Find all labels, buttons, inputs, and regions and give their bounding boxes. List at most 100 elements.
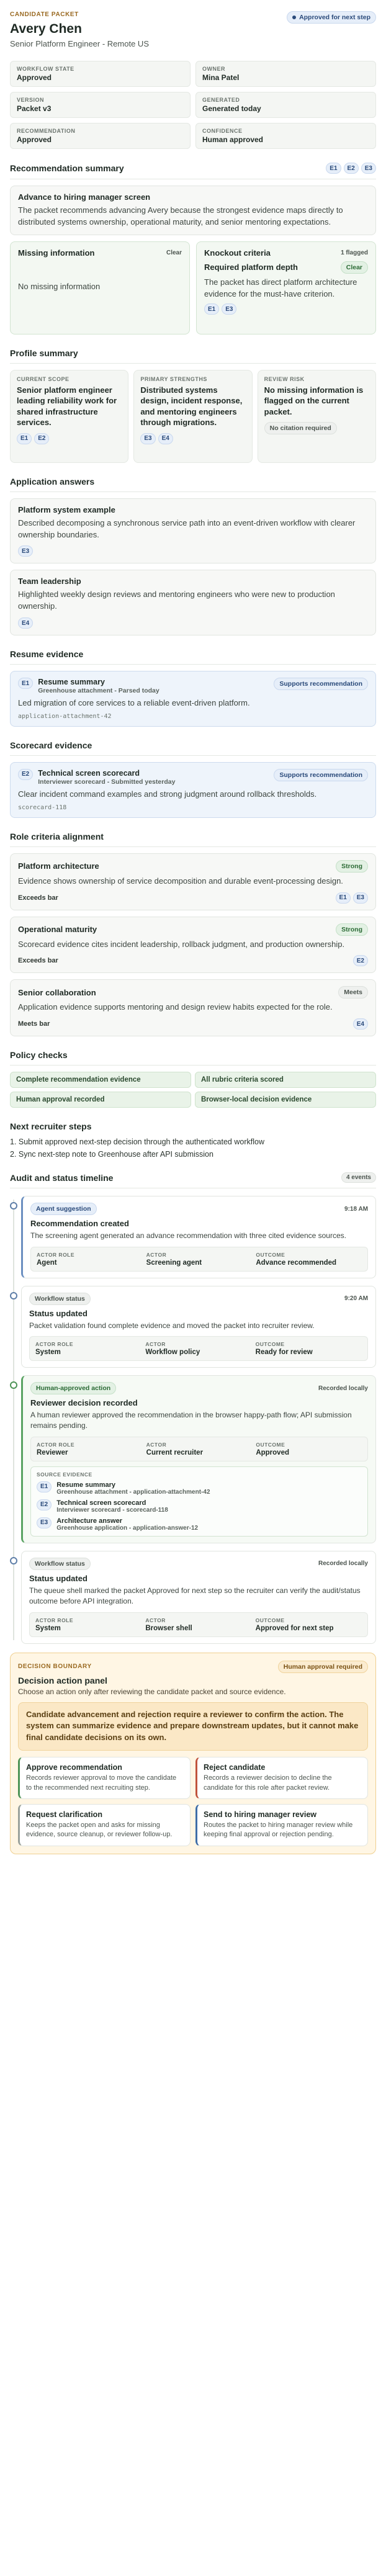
section-title: Recommendation summary (10, 163, 124, 173)
citation-chip[interactable]: E1 (326, 163, 341, 174)
missing-info-badge: Clear (166, 249, 182, 256)
decision-warning: Candidate advancement and rejection requ… (18, 1702, 368, 1751)
meta-workflow-state: Workflow state Approved (10, 61, 191, 87)
no-citation-badge: No citation required (264, 422, 337, 435)
source-evidence-row[interactable]: E3 Architecture answer Greenhouse applica… (37, 1517, 362, 1532)
meta-value: Generated today (202, 104, 261, 113)
event-type-badge: Workflow status (29, 1557, 91, 1570)
packet-header: Candidate packet Avery Chen Senior Platf… (10, 11, 376, 48)
meta-version: Version Packet v3 (10, 92, 191, 118)
missing-info-card: Missing information Clear No missing inf… (10, 241, 190, 334)
field-label: Actor (145, 1617, 166, 1623)
timeline-section: Audit and status timeline 4 events Agent… (10, 1172, 376, 1644)
citation-chip[interactable]: E2 (18, 768, 34, 780)
policy-grid: Complete recommendation evidence All rub… (10, 1072, 376, 1108)
citation-chip[interactable]: E2 (343, 163, 359, 174)
timeline-node-icon (10, 1202, 17, 1210)
citation-chip[interactable]: E2 (34, 433, 50, 444)
event-fields: Actor role System Actor Browser shell Outc… (29, 1612, 368, 1637)
criterion-title: Platform architecture (18, 861, 99, 871)
policy-check: Human approval recorded (10, 1092, 191, 1108)
citation-chip[interactable]: E3 (361, 163, 376, 174)
event-title: Status updated (29, 1308, 88, 1318)
citation-chip[interactable]: E3 (222, 303, 237, 315)
citation-chip[interactable]: E1 (37, 1481, 52, 1492)
profile-card-risk: Review risk No missing information is fl… (257, 369, 376, 463)
event-field: Actor Workflow policy (145, 1341, 251, 1356)
evidence-title: Resume summary (38, 678, 105, 687)
source-detail: Greenhouse application - application-ans… (56, 1524, 199, 1532)
packet-eyebrow: Candidate packet (10, 11, 79, 18)
answers-section: Application answers Platform system exam… (10, 477, 376, 636)
timeline-list: Agent suggestion 9:18 AM Recommendation … (10, 1196, 376, 1644)
profile-card-scope: Current scope Senior platform engineer l… (10, 369, 129, 463)
field-label: Outcome (256, 1441, 285, 1448)
citation-chip[interactable]: E3 (18, 545, 34, 557)
source-evidence-box: Source evidence E1 Resume summary Greenho… (30, 1466, 368, 1537)
resume-evidence-card[interactable]: E1 Resume summary Greenhouse attachment … (10, 671, 376, 727)
meta-value: Approved (17, 73, 52, 82)
hiring-manager-review-button[interactable]: Send to hiring manager review Routes the… (195, 1803, 368, 1846)
citation-chip[interactable]: E1 (204, 303, 220, 315)
knockout-title: Knockout criteria (204, 248, 271, 258)
section-header: Profile summary (10, 348, 376, 364)
field-label: Actor role (35, 1341, 74, 1348)
knockout-criterion-head: Required platform depth Clear (204, 261, 368, 274)
action-description: Records reviewer approval to move the ca… (26, 1774, 177, 1792)
citation-chip[interactable]: E3 (37, 1517, 52, 1528)
citation-chip[interactable]: E3 (140, 433, 156, 444)
section-title: Audit and status timeline (10, 1172, 114, 1183)
field-value: Agent (37, 1259, 57, 1267)
source-detail: Greenhouse attachment - application-atta… (56, 1488, 210, 1496)
request-clarification-button[interactable]: Request clarification Keeps the packet o… (18, 1803, 191, 1846)
criterion-level: Exceeds bar (18, 957, 58, 965)
scorecard-evidence-card[interactable]: E2 Technical screen scorecard Interviewe… (10, 761, 376, 818)
field-label: Outcome (255, 1341, 285, 1348)
event-field: Outcome Approved for next step (256, 1617, 362, 1632)
source-title: Architecture answer (56, 1517, 122, 1525)
evidence-source: Greenhouse attachment - Parsed today (38, 687, 159, 695)
event-time: 9:18 AM (344, 1205, 368, 1213)
section-title: Policy checks (10, 1050, 68, 1061)
action-title: Send to hiring manager review (204, 1810, 316, 1819)
evidence-support-badge: Supports recommendation (274, 768, 368, 781)
citation-chip[interactable]: E4 (158, 433, 173, 444)
section-header: Application answers (10, 477, 376, 492)
event-field: Actor role System (35, 1617, 141, 1632)
recommendation-card: Advance to hiring manager screen The pac… (10, 186, 376, 235)
timeline-top: Human-approved action Recorded locally (30, 1382, 368, 1395)
meta-owner: Owner Mina Patel (195, 61, 376, 87)
source-evidence-row[interactable]: E1 Resume summary Greenhouse attachment -… (37, 1481, 362, 1496)
source-evidence-row[interactable]: E2 Technical screen scorecard Interviewer… (37, 1499, 362, 1514)
timeline-card: Human-approved action Recorded locally R… (21, 1375, 376, 1543)
approve-recommendation-button[interactable]: Approve recommendation Records reviewer … (18, 1757, 191, 1799)
profile-cards: Current scope Senior platform engineer l… (10, 369, 376, 463)
criterion-rating-badge: Strong (336, 859, 368, 873)
citation-chip[interactable]: E3 (352, 892, 368, 904)
criterion-footer: Meets bar E4 (18, 1018, 368, 1030)
meta-confidence: Confidence Human approved (195, 123, 376, 149)
citation-chip[interactable]: E2 (352, 955, 368, 967)
recommendation-text: The packet recommends advancing Avery be… (18, 205, 343, 227)
approval-required-badge: Human approval required (277, 1660, 368, 1673)
reject-candidate-button[interactable]: Reject candidate Records a reviewer deci… (195, 1757, 368, 1799)
event-field: Outcome Ready for review (256, 1341, 362, 1356)
criterion-title: Senior collaboration (18, 987, 96, 997)
citation-chip[interactable]: E2 (37, 1499, 52, 1510)
section-header: Resume evidence (10, 649, 376, 665)
criterion-card: Platform architecture Strong Evidence sh… (10, 853, 376, 910)
citation-chip[interactable]: E1 (17, 433, 32, 444)
citation-group: E3 (18, 545, 368, 557)
citation-group: E3 E4 (140, 433, 245, 444)
criterion-level: Meets bar (18, 1020, 50, 1028)
timeline-node-icon (10, 1291, 17, 1299)
citation-chip[interactable]: E4 (352, 1018, 368, 1030)
answer-text: Highlighted weekly design reviews and me… (18, 590, 335, 611)
citation-chip[interactable]: E1 (335, 892, 351, 904)
missing-info-head: Missing information Clear (18, 248, 182, 258)
citation-chip[interactable]: E1 (18, 678, 34, 689)
event-field: Actor role System (35, 1341, 141, 1356)
meta-recommendation: Recommendation Approved (10, 123, 191, 149)
source-detail: Interviewer scorecard - scorecard-118 (56, 1506, 168, 1514)
citation-chip[interactable]: E4 (18, 617, 34, 629)
